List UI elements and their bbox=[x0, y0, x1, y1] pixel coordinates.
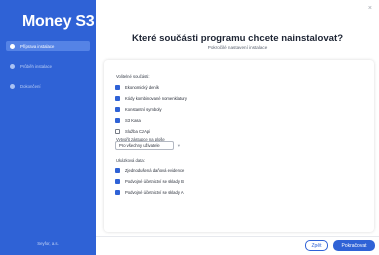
step-label: Příprava instalace bbox=[20, 43, 55, 49]
checkbox-checked-icon[interactable] bbox=[115, 190, 120, 195]
option-economic-journal[interactable]: Ekonomický deník bbox=[115, 85, 159, 90]
footer-divider bbox=[96, 236, 379, 237]
back-button[interactable]: Zpět bbox=[305, 240, 328, 251]
step-progress: Průběh instalace bbox=[6, 61, 90, 71]
checkbox-unchecked-icon[interactable] bbox=[115, 129, 120, 134]
step-preparation: Příprava instalace bbox=[6, 41, 90, 51]
chevron-down-icon: ▾ bbox=[177, 143, 180, 148]
checkbox-checked-icon[interactable] bbox=[115, 168, 120, 173]
options-panel: Volitelné součásti: Ekonomický deník Kód… bbox=[104, 60, 374, 232]
checkbox-checked-icon[interactable] bbox=[115, 118, 120, 123]
app-logo: Money S3 bbox=[22, 13, 95, 30]
sidebar: Money S3 Příprava instalace Průběh insta… bbox=[0, 0, 96, 255]
checkbox-checked-icon[interactable] bbox=[115, 96, 120, 101]
option-s3-kasa[interactable]: S3 Kasa bbox=[115, 118, 141, 123]
select-value: Pro všechny uživatele bbox=[119, 143, 160, 148]
continue-button[interactable]: Pokračovat bbox=[333, 240, 375, 251]
step-dot-icon bbox=[10, 63, 15, 69]
option-label: Služba CzApi bbox=[125, 129, 151, 134]
option-label: S3 Kasa bbox=[125, 118, 141, 123]
step-finish: Dokončení bbox=[6, 81, 90, 91]
company-footer: Seyfor, a.s. bbox=[37, 241, 59, 246]
option-label: Zjednodušená daňová evidence bbox=[125, 168, 185, 173]
option-label: Kódy kombinované nomenklatury bbox=[125, 96, 187, 101]
step-label: Dokončení bbox=[20, 83, 41, 89]
option-constant-symbols[interactable]: Konstantní symboly bbox=[115, 107, 162, 112]
sample-data-heading: Ukázková data: bbox=[116, 158, 145, 163]
step-active-dot-icon bbox=[10, 43, 15, 49]
option-label: Podvojné účetnictví se sklady B bbox=[125, 179, 184, 184]
optional-components-heading: Volitelné součásti: bbox=[116, 74, 150, 79]
option-label: Konstantní symboly bbox=[125, 107, 162, 112]
sample-simplified-tax[interactable]: Zjednodušená daňová evidence bbox=[115, 168, 184, 173]
option-label: Podvojné účetnictví se sklady A bbox=[125, 190, 184, 195]
step-label: Průběh instalace bbox=[20, 63, 53, 69]
sample-double-entry-a[interactable]: Podvojné účetnictví se sklady A bbox=[115, 190, 184, 195]
page-title: Které součásti programu chcete nainstalo… bbox=[131, 33, 344, 44]
close-icon[interactable]: × bbox=[368, 5, 372, 12]
step-dot-icon bbox=[10, 83, 15, 89]
option-czapi-service[interactable]: Služba CzApi bbox=[115, 129, 150, 134]
checkbox-checked-icon[interactable] bbox=[115, 179, 120, 184]
checkbox-checked-icon[interactable] bbox=[115, 107, 120, 112]
option-label: Ekonomický deník bbox=[125, 85, 159, 90]
desktop-shortcut-select[interactable]: Pro všechny uživatele ▾ bbox=[115, 141, 180, 150]
page-subtitle: Pokročilé nastavení instalace bbox=[207, 45, 268, 50]
sample-double-entry-b[interactable]: Podvojné účetnictví se sklady B bbox=[115, 179, 184, 184]
checkbox-checked-icon[interactable] bbox=[115, 85, 120, 90]
option-nomenclature-codes[interactable]: Kódy kombinované nomenklatury bbox=[115, 96, 187, 101]
